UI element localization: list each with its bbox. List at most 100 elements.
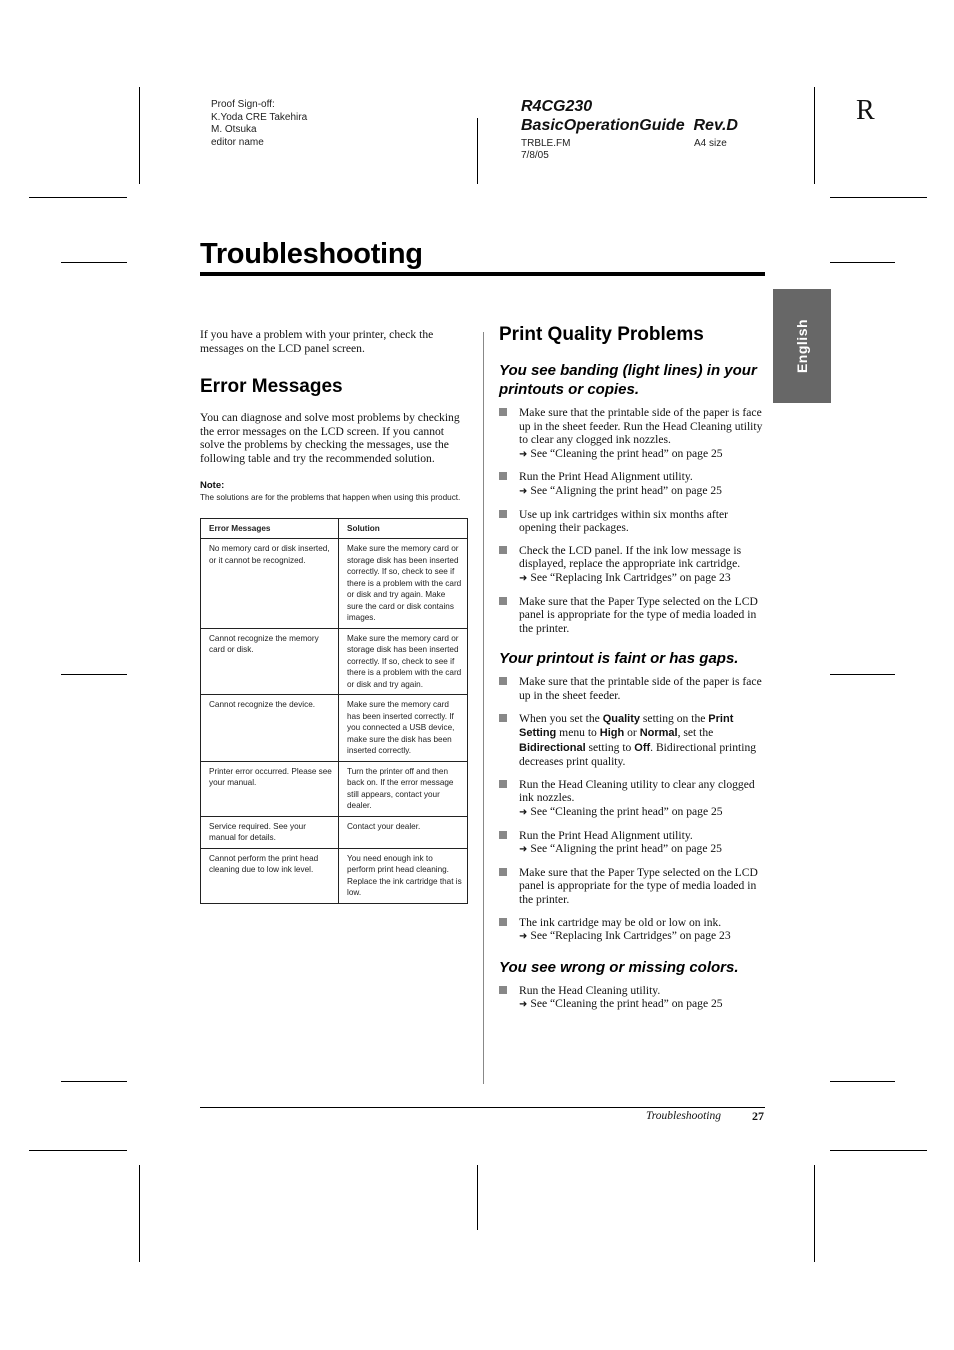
solution-cell: Make sure the memory card or storage dis… — [338, 538, 468, 629]
error-messages-body: You can diagnose and solve most problems… — [200, 411, 460, 465]
column-divider — [483, 332, 484, 1084]
text-run: or — [624, 726, 640, 740]
list-item: Check the LCD panel. If the ink low mess… — [499, 544, 767, 586]
cross-reference-link[interactable]: ➜ See “Aligning the print head” on page 2… — [519, 842, 767, 857]
ui-term: Normal — [639, 727, 678, 740]
list-item-text: Use up ink cartridges within six months … — [519, 507, 728, 535]
arrow-right-icon: ➜ — [519, 485, 528, 497]
error-message-cell: Cannot recognize the memory card or disk… — [200, 627, 339, 696]
crop-mark — [139, 1165, 140, 1262]
square-bullet-icon — [499, 408, 507, 416]
left-column: If you have a problem with your printer,… — [200, 328, 468, 904]
list-item: Use up ink cartridges within six months … — [499, 508, 767, 535]
table-row: Printer error occurred. Please see your … — [200, 760, 468, 817]
bullet-list: Make sure that the printable side of the… — [499, 406, 767, 635]
cross-reference-link[interactable]: ➜ See “Cleaning the print head” on page 2… — [519, 997, 767, 1012]
square-bullet-icon — [499, 985, 507, 994]
proof-line: K.Yoda CRE Takehira — [211, 111, 308, 123]
error-message-cell: Service required. See your manual for de… — [200, 815, 339, 849]
subsection-heading: Your printout is faint or has gaps. — [499, 650, 739, 668]
table-row: No memory card or disk inserted, or it c… — [200, 538, 468, 629]
ui-term: Off — [634, 741, 651, 754]
page-title: Troubleshooting — [200, 238, 423, 270]
file-name: TRBLE.FM — [521, 138, 571, 149]
corner-letter: R — [856, 95, 875, 126]
ui-term: Bidirectional — [519, 741, 586, 754]
column-header: Solution — [338, 517, 468, 540]
square-bullet-icon — [499, 545, 507, 554]
error-message-cell: Cannot recognize the device. — [200, 694, 339, 762]
cross-reference-text: See “Cleaning the print head” on page 25 — [530, 805, 723, 819]
doc-id-line: BasicOperationGuide Rev.D — [521, 117, 738, 134]
cross-reference-text: See “Replacing Ink Cartridges” on page 2… — [530, 570, 731, 584]
square-bullet-icon — [499, 830, 507, 839]
solution-cell: Contact your dealer. — [338, 815, 468, 849]
language-tab-label: English — [794, 318, 810, 374]
list-item: Run the Head Cleaning utility. ➜ See “Clea… — [499, 984, 767, 1012]
table-header-row: Error Messages Solution — [200, 517, 468, 540]
crop-mark — [477, 1165, 478, 1230]
text-run: , set the — [677, 726, 714, 740]
ui-term: High — [599, 727, 625, 740]
cross-reference-link[interactable]: ➜ See “Replacing Ink Cartridges” on page … — [519, 571, 767, 586]
list-item-text: Make sure that the Paper Type selected o… — [519, 594, 758, 635]
crop-mark — [61, 1081, 127, 1082]
list-item: Make sure that the printable side of the… — [499, 406, 767, 461]
list-item-text: The ink cartridge may be old or low on i… — [519, 915, 722, 929]
print-quality-heading: Print Quality Problems — [499, 324, 704, 345]
list-item-text: Make sure that the printable side of the… — [519, 675, 762, 702]
error-messages-heading: Error Messages — [200, 376, 343, 398]
cross-reference-link[interactable]: ➜ See “Aligning the print head” on page 2… — [519, 484, 767, 499]
square-bullet-icon — [499, 472, 507, 481]
text-run: setting on the — [640, 711, 709, 725]
footer-section-name: Troubleshooting — [646, 1110, 721, 1122]
cross-reference-text: See “Replacing Ink Cartridges” on page 2… — [530, 929, 731, 943]
print-quality-sections: You see banding (light lines) in your pr… — [499, 361, 767, 1012]
list-item-text: Run the Print Head Alignment utility. — [519, 828, 693, 842]
ui-term: Quality — [602, 712, 641, 725]
table-row: Cannot recognize the device. Make sure th… — [200, 694, 468, 762]
list-item: Make sure that the printable side of the… — [499, 675, 767, 702]
cross-reference-link[interactable]: ➜ See “Cleaning the print head” on page 2… — [519, 805, 767, 820]
file-date: 7/8/05 — [521, 150, 549, 161]
list-item: Make sure that the Paper Type selected o… — [499, 595, 767, 636]
intro-paragraph: If you have a problem with your printer,… — [200, 328, 434, 355]
list-item: Run the Head Cleaning utility to clear a… — [499, 778, 767, 820]
crop-mark — [61, 262, 127, 263]
arrow-right-icon: ➜ — [519, 844, 528, 856]
page-number: 27 — [752, 1109, 764, 1123]
crop-mark — [830, 674, 895, 675]
crop-mark — [29, 1150, 127, 1151]
error-messages-table: Error Messages Solution No memory card o… — [200, 517, 468, 904]
cross-reference-link[interactable]: ➜ See “Replacing Ink Cartridges” on page … — [519, 929, 767, 944]
crop-mark — [830, 1081, 895, 1082]
bullet-list: Run the Head Cleaning utility. ➜ See “Clea… — [499, 984, 767, 1012]
right-column: Print Quality Problems You see banding (… — [499, 324, 767, 1021]
note-text: The solutions are for the problems that … — [200, 492, 461, 502]
proof-signoff: Proof Sign-off: K.Yoda CRE Takehira M. O… — [211, 99, 307, 149]
crop-mark — [830, 262, 895, 263]
cross-reference-text: See “Cleaning the print head” on page 25 — [530, 997, 723, 1011]
bullet-list: Make sure that the printable side of the… — [499, 675, 767, 944]
list-item: Make sure that the Paper Type selected o… — [499, 866, 767, 907]
crop-mark — [139, 87, 140, 184]
crop-mark — [830, 1150, 927, 1151]
list-item-text: Make sure that the Paper Type selected o… — [519, 865, 758, 907]
crop-mark — [29, 197, 127, 198]
paper-size: A4 size — [694, 138, 727, 149]
cross-reference-link[interactable]: ➜ See “Cleaning the print head” on page 2… — [519, 447, 767, 462]
language-tab: English — [773, 289, 831, 403]
title-rule — [200, 272, 765, 276]
arrow-right-icon: ➜ — [519, 807, 528, 819]
proof-line: M. Otsuka — [211, 124, 257, 135]
arrow-right-icon: ➜ — [519, 999, 528, 1011]
proof-line: Proof Sign-off: — [211, 99, 275, 110]
list-item-text: When you set the Quality setting on the … — [519, 712, 756, 769]
table-row: Cannot perform the print head cleaning d… — [200, 847, 468, 904]
note-label: Note: — [200, 479, 225, 491]
crop-mark — [61, 674, 127, 675]
cross-reference-text: See “Aligning the print head” on page 25 — [530, 483, 722, 497]
cross-reference-text: See “Aligning the print head” on page 25 — [530, 842, 722, 856]
list-item: Run the Print Head Alignment utility. ➜ Se… — [499, 829, 767, 857]
square-bullet-icon — [499, 867, 507, 876]
